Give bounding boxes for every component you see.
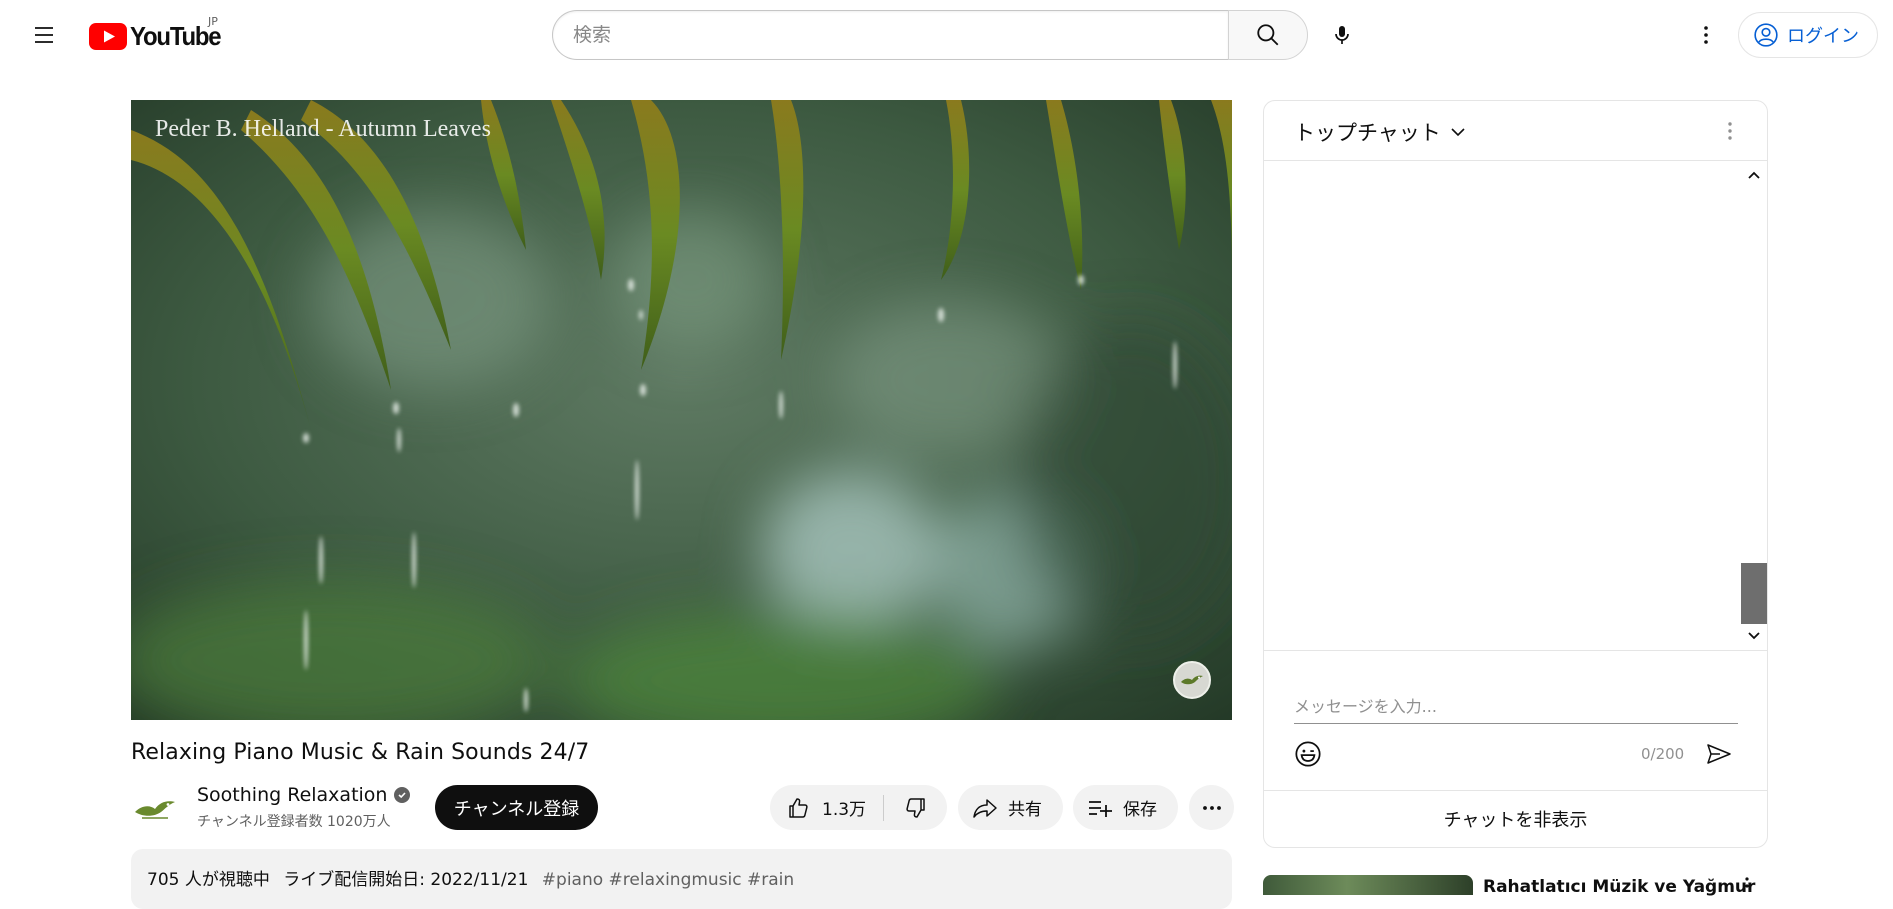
search-input[interactable] [573,24,1228,46]
menu-icon [35,27,53,43]
like-button[interactable]: 1.3万 [770,785,883,830]
chat-menu-button[interactable] [1715,115,1745,147]
mic-icon [1335,26,1349,44]
chat-title: トップチャット [1294,121,1441,145]
chat-scrollbar-thumb[interactable] [1741,563,1767,624]
like-icon [789,797,808,818]
hide-chat-button[interactable]: チャットを非表示 [1264,791,1767,847]
video-overlay-title: Peder B. Helland - Autumn Leaves [155,116,491,142]
save-button[interactable]: 保存 [1073,785,1178,830]
chevron-down-icon [1451,128,1465,137]
search-button[interactable] [1228,10,1308,60]
more-vert-icon [1745,877,1749,888]
verified-icon [394,787,411,803]
save-playlist-icon [1089,800,1112,817]
viewer-count: 705 人が視聴中 [147,870,270,890]
chevron-down-icon [1748,632,1760,640]
video-player[interactable] [131,100,1232,720]
chat-divider [1264,650,1767,651]
more-vert-icon [1728,122,1732,140]
search-box[interactable] [552,10,1228,60]
chevron-up-icon [1748,171,1760,179]
send-button[interactable] [1704,739,1734,769]
channel-name-link[interactable]: Soothing Relaxation [197,784,411,806]
dislike-icon [905,797,925,818]
bird-logo-icon [1181,675,1203,685]
stream-start-date: ライブ配信開始日: 2022/11/21 [283,870,529,890]
bird-logo-icon [135,801,175,819]
login-label: ログイン [1787,26,1859,47]
voice-search-button[interactable] [1322,15,1362,55]
account-icon [1754,23,1778,47]
login-button[interactable]: ログイン [1738,12,1878,58]
menu-button[interactable] [24,15,64,55]
youtube-logo-icon [89,22,127,50]
related-video-thumbnail[interactable] [1263,875,1473,895]
share-button[interactable]: 共有 [958,785,1063,830]
chat-message-input[interactable] [1294,690,1738,724]
save-label: 保存 [1123,800,1157,820]
settings-more-button[interactable] [1686,15,1726,55]
chat-mode-dropdown[interactable]: トップチャット [1294,117,1467,147]
video-frame [131,100,1232,720]
subscribe-button[interactable]: チャンネル登録 [435,785,598,830]
subscriber-count: チャンネル登録者数 1020万人 [197,814,391,830]
emoji-button[interactable] [1293,739,1323,769]
chat-scroll-down[interactable] [1744,627,1764,645]
search-icon [1257,24,1279,46]
send-icon [1707,744,1731,764]
description-box[interactable]: 705 人が視聴中 ライブ配信開始日: 2022/11/21 #piano #r… [131,849,1232,909]
like-dislike-group: 1.3万 [770,785,947,830]
video-title: Relaxing Piano Music & Rain Sounds 24/7 [131,740,590,765]
channel-watermark[interactable] [1173,661,1211,699]
related-video-title[interactable]: Rahatlatıcı Müzik ve Yağmur [1483,877,1755,897]
more-horiz-icon [1202,805,1221,810]
chat-scroll-up[interactable] [1744,166,1764,184]
region-code: JP [208,15,218,28]
related-video-menu[interactable] [1742,876,1752,890]
channel-name: Soothing Relaxation [197,784,388,806]
dislike-button[interactable] [884,785,947,830]
live-chat-panel [1263,100,1768,848]
share-label: 共有 [1008,800,1042,820]
channel-avatar[interactable] [131,784,179,832]
hashtags[interactable]: #piano #relaxingmusic #rain [542,870,794,890]
more-actions-button[interactable] [1189,785,1234,830]
like-count: 1.3万 [822,800,867,820]
emoji-icon [1295,741,1321,767]
logo-wordmark: YouTube [130,20,222,51]
character-count: 0/200 [1641,745,1685,763]
share-icon [973,798,997,818]
more-vert-icon [1704,26,1708,44]
